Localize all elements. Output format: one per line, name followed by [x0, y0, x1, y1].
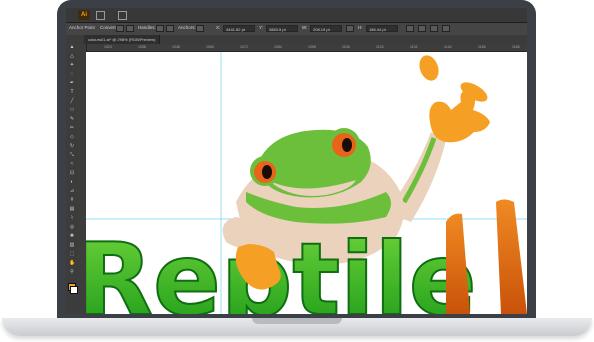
frog-left-pupil: [262, 165, 272, 179]
selection-type-label: Anchor Point: [69, 25, 95, 30]
constrain-link-icon[interactable]: [346, 25, 354, 32]
workspace-icon[interactable]: [118, 11, 127, 20]
bridge-icon[interactable]: [96, 11, 105, 20]
convert-smooth-button[interactable]: [116, 25, 124, 32]
ruler-number: 1132: [410, 45, 418, 49]
anchors-label: Anchors:: [178, 25, 196, 30]
illustrator-logo: Ai: [78, 10, 90, 20]
artboard-tool-icon[interactable]: ⬚: [69, 252, 75, 257]
lasso-tool-icon[interactable]: ◌: [69, 72, 75, 77]
w-label: W:: [302, 25, 308, 30]
horizontal-ruler[interactable]: 1024 1036 1048 1060 1072 1084 1096 1108 1120 1132…: [86, 44, 527, 52]
laptop-notch: [252, 318, 342, 324]
app-window: Ai Anchor Point Convert: Handles: Anchor…: [66, 8, 527, 314]
menu-bar: Ai: [66, 8, 527, 23]
align-icon[interactable]: [418, 25, 426, 32]
hand-tool-icon[interactable]: ✋: [69, 261, 75, 266]
free-transform-tool-icon[interactable]: ⊡: [69, 171, 75, 176]
pencil-tool-icon[interactable]: ✏: [69, 126, 75, 131]
ruler-number: 1060: [206, 45, 214, 49]
eyedropper-tool-icon[interactable]: ⌇: [69, 216, 75, 221]
frog-raised-finger: [419, 55, 439, 81]
width-tool-icon[interactable]: ≈: [69, 162, 75, 167]
height-field[interactable]: 186.44 pt: [366, 25, 398, 32]
symbol-sprayer-tool-icon[interactable]: ✺: [69, 234, 75, 239]
arrange-icon[interactable]: [442, 25, 450, 32]
pen-tool-icon[interactable]: ✒: [69, 81, 75, 86]
show-handles-button[interactable]: [156, 25, 164, 32]
ruler-number: 1072: [240, 45, 248, 49]
shape-builder-tool-icon[interactable]: ◐: [69, 180, 75, 185]
ruler-number: 1120: [376, 45, 384, 49]
ruler-number: 1084: [274, 45, 282, 49]
isolate-icon[interactable]: [430, 25, 438, 32]
rotate-tool-icon[interactable]: ↻: [69, 144, 75, 149]
logo-orange-h-right[interactable]: [496, 199, 527, 315]
ruler-number: 1048: [172, 45, 180, 49]
x-label: X:: [216, 25, 221, 30]
mesh-tool-icon[interactable]: #: [69, 198, 75, 203]
type-tool-icon[interactable]: T: [69, 90, 75, 95]
line-tool-icon[interactable]: ╱: [69, 99, 75, 104]
document-tab-bar: colours01.ai* @ 298% (RGB/Preview): [78, 35, 527, 44]
ruler-number: 1168: [512, 45, 520, 49]
convert-label: Convert:: [100, 25, 118, 30]
ruler-number: 1036: [138, 45, 146, 49]
blend-tool-icon[interactable]: ◎: [69, 225, 75, 230]
remove-anchor-button[interactable]: [196, 25, 204, 32]
width-field[interactable]: 208.19 pt: [310, 25, 342, 32]
graph-tool-icon[interactable]: ▥: [69, 243, 75, 248]
perspective-grid-tool-icon[interactable]: ⊿: [69, 189, 75, 194]
transform-icon[interactable]: [406, 25, 414, 32]
h-label: H:: [358, 25, 363, 30]
ruler-number: 1108: [342, 45, 350, 49]
artboard-canvas[interactable]: Reptile: [86, 52, 527, 314]
paintbrush-tool-icon[interactable]: ✎: [69, 117, 75, 122]
scale-tool-icon[interactable]: ⤡: [69, 153, 75, 158]
handles-label: Handles:: [138, 25, 156, 30]
frog-right-pupil: [342, 138, 352, 152]
eraser-tool-icon[interactable]: ◇: [69, 135, 75, 140]
ruler-number: 1024: [104, 45, 112, 49]
ruler-number: 1096: [308, 45, 316, 49]
zoom-tool-icon[interactable]: ⚲: [69, 270, 75, 275]
selection-tool-icon[interactable]: ▲: [69, 45, 75, 50]
y-label: Y:: [259, 25, 264, 30]
y-field[interactable]: 3863.5 pt: [266, 25, 298, 32]
convert-corner-button[interactable]: [126, 25, 134, 32]
magic-wand-tool-icon[interactable]: ✦: [69, 63, 75, 68]
artwork: Reptile: [86, 52, 527, 314]
ruler-number: 1156: [478, 45, 486, 49]
logo-text-green[interactable]: Reptile: [86, 220, 478, 314]
gradient-tool-icon[interactable]: ▤: [69, 207, 75, 212]
hide-handles-button[interactable]: [166, 25, 174, 32]
rectangle-tool-icon[interactable]: □: [69, 108, 75, 113]
direct-selection-tool-icon[interactable]: △: [69, 54, 75, 59]
document-tab[interactable]: colours01.ai* @ 298% (RGB/Preview): [84, 35, 161, 44]
x-field[interactable]: 4441.82 pt: [223, 25, 255, 32]
stroke-color-swatch[interactable]: [70, 286, 78, 294]
ruler-number: 1144: [444, 45, 452, 49]
